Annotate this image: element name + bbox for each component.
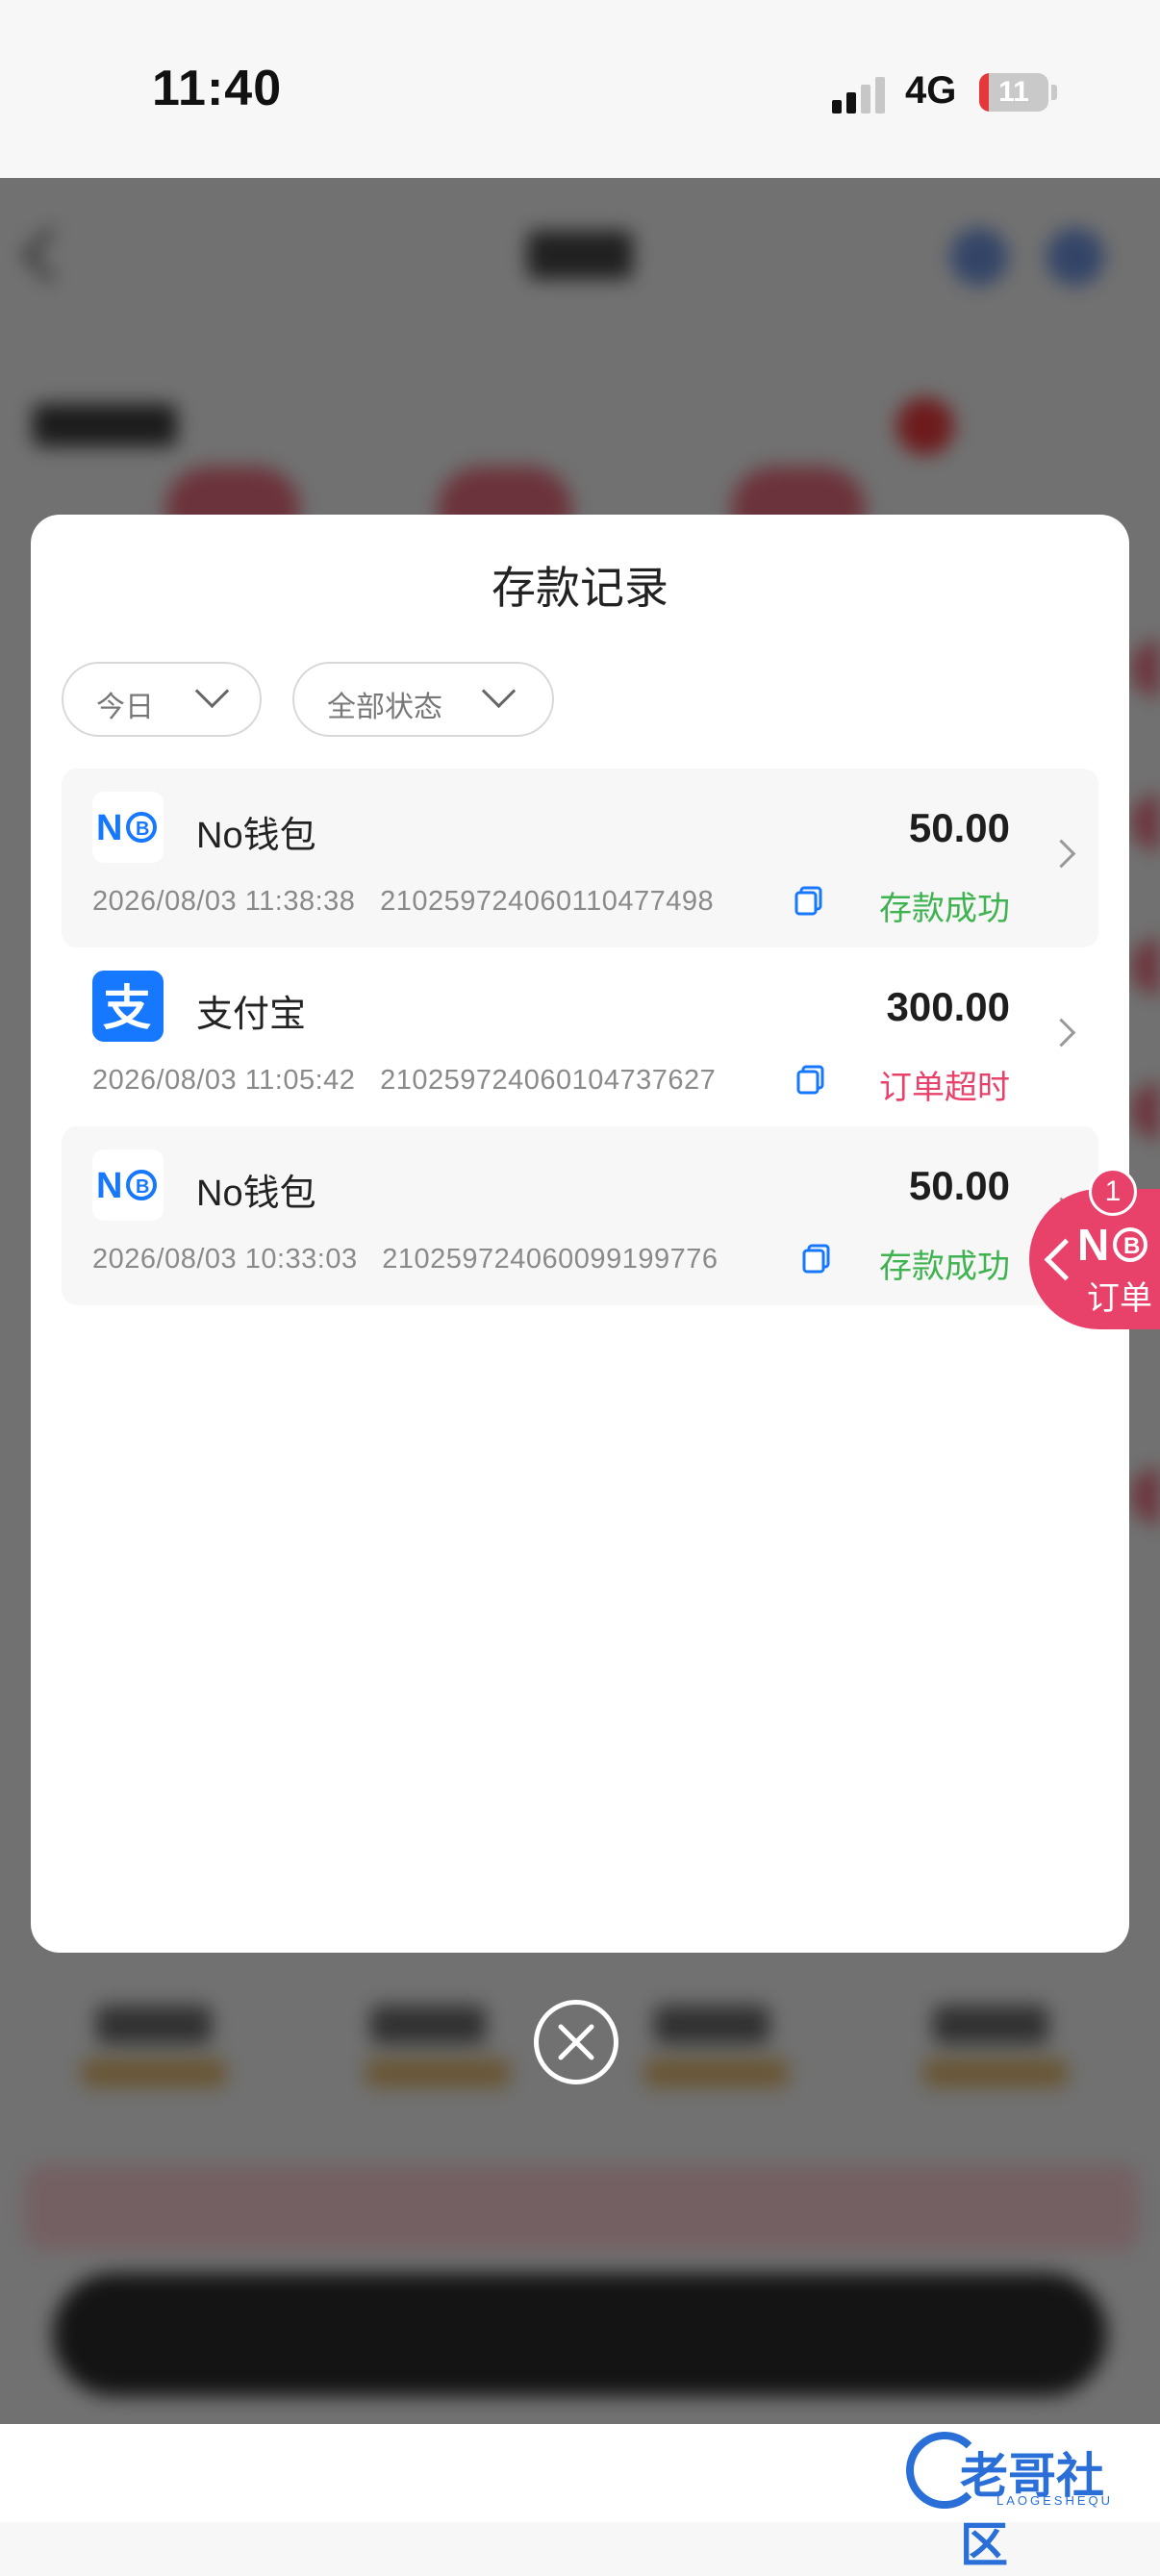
status-filter-dropdown[interactable]: 全部状态: [292, 662, 554, 737]
order-id: 210259724060104737627: [380, 1065, 717, 1096]
order-id: 210259724060099199776: [382, 1244, 719, 1275]
date-filter-label: 今日: [96, 692, 154, 723]
record-meta: 2026/08/03 10:33:03 21025972406009919977…: [92, 1244, 718, 1275]
record-datetime: 2026/08/03 10:33:03: [92, 1244, 358, 1275]
close-icon: [558, 2024, 594, 2060]
chevron-right-icon: [1047, 1018, 1076, 1048]
deposit-records-modal: 存款记录 今日 全部状态 N B No钱包 50.00 2026/08/03 1…: [31, 515, 1129, 1953]
order-id: 210259724060110477498: [380, 886, 715, 917]
svg-text:N: N: [96, 1166, 122, 1206]
modal-title: 存款记录: [492, 563, 668, 613]
watermark-logo: 老哥社区 LAOGESHEQU: [900, 2422, 1150, 2573]
status-time: 11:40: [152, 61, 283, 116]
watermark-subtext: LAOGESHEQU: [996, 2493, 1114, 2508]
record-datetime: 2026/08/03 11:38:38: [92, 886, 356, 917]
deposit-status: 存款成功: [879, 891, 1010, 927]
nobtc-icon: N B: [92, 792, 164, 863]
floating-order-label: 订单: [1087, 1280, 1152, 1317]
nobtc-icon: N B: [1077, 1220, 1147, 1270]
svg-text:B: B: [136, 819, 149, 840]
svg-text:N: N: [1077, 1220, 1109, 1270]
svg-text:B: B: [136, 1176, 149, 1198]
status-filter-label: 全部状态: [327, 692, 442, 723]
deposit-amount: 50.00: [908, 1163, 1010, 1208]
deposit-amount: 300.00: [886, 984, 1010, 1029]
floating-order-tab[interactable]: N B 订单: [1029, 1189, 1160, 1329]
payment-method: 支付宝: [196, 995, 307, 1035]
notification-badge: 1: [1089, 1168, 1137, 1216]
copy-icon[interactable]: [794, 1063, 827, 1096]
close-modal-button[interactable]: [534, 2000, 618, 2084]
deposit-status: 订单超时: [879, 1070, 1010, 1106]
status-bar: 11:40 4G 11: [0, 0, 1160, 178]
record-meta: 2026/08/03 11:05:42 21025972406010473762…: [92, 1065, 716, 1097]
date-filter-dropdown[interactable]: 今日: [62, 662, 262, 737]
copy-icon[interactable]: [793, 884, 825, 917]
svg-text:N: N: [96, 808, 122, 848]
payment-method: No钱包: [196, 816, 316, 856]
battery-tip: [1051, 85, 1057, 100]
deposit-record-item[interactable]: N B No钱包 50.00 2026/08/03 11:38:38 21025…: [62, 769, 1098, 947]
chevron-down-icon: [481, 673, 517, 709]
battery-icon: 11: [979, 73, 1048, 112]
chevron-right-icon: [1047, 839, 1076, 869]
deposit-status: 存款成功: [879, 1249, 1010, 1285]
nobtc-icon: N B: [92, 1149, 164, 1221]
svg-text:支: 支: [103, 980, 151, 1036]
copy-icon[interactable]: [800, 1242, 833, 1275]
payment-method: No钱包: [196, 1174, 316, 1214]
svg-text:B: B: [1123, 1233, 1140, 1259]
record-meta: 2026/08/03 11:38:38 21025972406011047749…: [92, 886, 714, 918]
record-datetime: 2026/08/03 11:05:42: [92, 1065, 356, 1096]
battery-level: 11: [998, 76, 1029, 108]
signal-icon: [832, 75, 890, 114]
alipay-icon: 支: [92, 971, 164, 1042]
deposit-record-item[interactable]: 支 支付宝 300.00 2026/08/03 11:05:42 2102597…: [62, 947, 1098, 1126]
network-type: 4G: [905, 69, 957, 112]
deposit-amount: 50.00: [908, 805, 1010, 850]
deposit-record-item[interactable]: N B No钱包 50.00 2026/08/03 10:33:03 21025…: [62, 1126, 1098, 1305]
chevron-down-icon: [194, 673, 230, 709]
